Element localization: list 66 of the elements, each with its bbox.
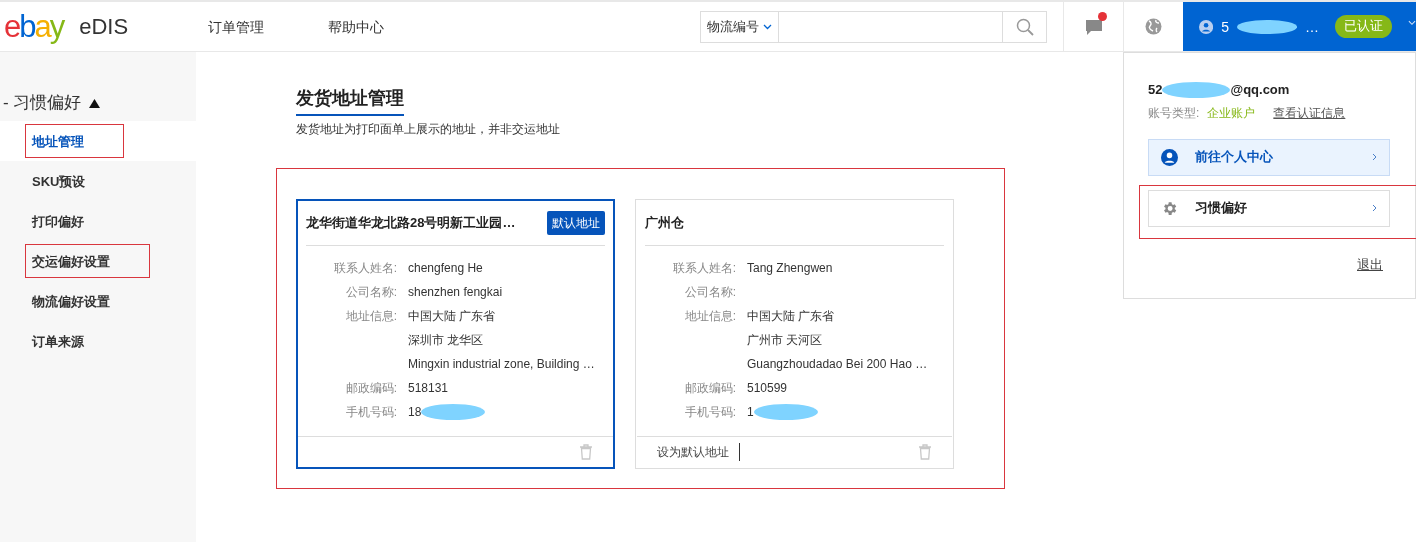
email-start: 52 <box>1148 81 1163 99</box>
nav-link[interactable]: 帮助中心 <box>328 16 384 37</box>
sidebar-item[interactable]: SKU预设 <box>32 168 86 196</box>
address-card[interactable]: 广州仓 联系人姓名: Tang Zhengwen 公司名称: 地址信息: 中国大陆 广东省 广州市 天河区 Guangzhoudadao Bei 200 Hao … 邮政编码: 510599 手机号码: 1 设为默认地址 <box>635 199 954 469</box>
ebay-logo: ebay <box>4 11 64 42</box>
menu-item[interactable]: 前往个人中心 <box>1148 138 1390 176</box>
card-title: 广州仓 <box>645 214 684 233</box>
field-label: 邮政编码: <box>683 380 736 397</box>
sidebar-item[interactable]: 订单来源 <box>32 328 84 356</box>
field-label: 手机号码: <box>344 404 397 421</box>
chevron-right-icon <box>1372 153 1377 161</box>
sidebar-item[interactable]: 打印偏好 <box>32 208 84 236</box>
redaction-mark <box>1236 17 1298 36</box>
card-title: 龙华街道华龙北路28号明新工业园… <box>306 214 516 233</box>
chevron-icon <box>1408 19 1416 26</box>
email-end: @qq.com <box>1230 81 1290 99</box>
chevron-right-icon <box>1372 204 1377 212</box>
field-label: 地址信息: <box>683 308 736 325</box>
address-card[interactable]: 龙华街道华龙北路28号明新工业园… 默认地址 联系人姓名: chengfeng He 公司名称: shenzhen fengkai 地址信息: 中国大陆 广东省 深圳市 龙华区 Mingxin industrial zone, Building … 邮政编码: 518131 手机号码: 18 <box>296 199 615 469</box>
field-label: 公司名称: <box>683 284 736 301</box>
field-label: 联系人姓名: <box>332 260 397 277</box>
user-icon <box>1199 18 1214 35</box>
redaction-mark <box>1162 80 1231 99</box>
sidebar-group[interactable]: - 习惯偏好 <box>0 85 101 121</box>
app-name: eDIS <box>79 13 129 41</box>
field-label: 手机号码: <box>683 404 736 421</box>
field-value: 深圳市 龙华区 <box>408 332 484 349</box>
user-icon <box>1161 148 1178 166</box>
field-value: 1 <box>747 404 754 421</box>
field-value: Guangzhoudadao Bei 200 Hao … <box>747 356 928 373</box>
field-value: chengfeng He <box>408 260 483 277</box>
chat-icon <box>1084 17 1103 36</box>
trash-icon[interactable] <box>579 444 593 460</box>
field-label: 公司名称: <box>344 284 397 301</box>
field-value: 中国大陆 广东省 <box>747 308 835 325</box>
field-value: 广州市 天河区 <box>747 332 823 349</box>
field-value: 中国大陆 广东省 <box>408 308 496 325</box>
set-default-link[interactable]: 设为默认地址 <box>657 443 740 461</box>
logout-link[interactable]: 退出 <box>1357 255 1383 275</box>
field-value: 518131 <box>408 380 449 397</box>
sidebar-item[interactable]: 地址管理 <box>32 128 84 156</box>
user-name-ellipsis: … <box>1305 17 1320 37</box>
gear-icon <box>1161 199 1178 217</box>
field-value: Tang Zhengwen <box>747 260 833 277</box>
sidebar-item[interactable]: 物流偏好设置 <box>32 288 110 316</box>
field-value: 18 <box>408 404 422 421</box>
account-type: 企业账户 <box>1207 104 1256 122</box>
trash-icon[interactable] <box>918 444 932 460</box>
page-subtitle: 发货地址为打印面单上展示的地址，并非交运地址 <box>296 121 561 138</box>
page-title: 发货地址管理 <box>296 85 404 116</box>
user-menu-button[interactable]: 5 … 已认证 <box>1183 2 1416 51</box>
account-type-label: 账号类型: <box>1148 104 1200 122</box>
field-label: 联系人姓名: <box>671 260 736 277</box>
sidebar-item[interactable]: 交运偏好设置 <box>32 248 110 276</box>
user-name: 5 <box>1221 17 1229 37</box>
globe-icon <box>1145 18 1162 35</box>
field-label: 邮政编码: <box>344 380 397 397</box>
field-value: shenzhen fengkai <box>408 284 503 301</box>
default-badge: 默认地址 <box>547 211 605 235</box>
field-label: 地址信息: <box>344 308 397 325</box>
field-value: 510599 <box>747 380 788 397</box>
certification-link[interactable]: 查看认证信息 <box>1273 103 1346 122</box>
nav-link[interactable]: 订单管理 <box>208 16 264 37</box>
field-value: Mingxin industrial zone, Building … <box>408 356 595 373</box>
verified-badge: 已认证 <box>1335 15 1393 38</box>
menu-item[interactable]: 习惯偏好 <box>1148 189 1390 227</box>
